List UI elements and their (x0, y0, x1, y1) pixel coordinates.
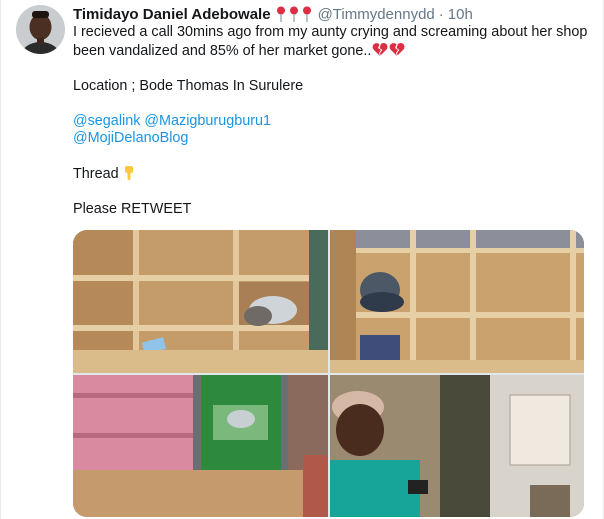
thread-line: Thread (73, 165, 593, 184)
separator-dot: · (438, 5, 444, 23)
pointing-down-hand-icon (124, 166, 133, 180)
name-emojis (276, 6, 312, 22)
woman-in-shop-photo[interactable] (330, 375, 584, 517)
mention-line: @segalink @Mazigburugburu1 (73, 113, 593, 131)
pushpin-icon (302, 6, 311, 22)
mention-segalink[interactable]: @segalink (73, 113, 140, 129)
user-handle[interactable]: @Timmydennydd (318, 6, 435, 23)
timestamp[interactable]: 10h (448, 6, 473, 23)
tweet-card[interactable]: Timidayo Daniel Adebowale @Timmydennydd … (0, 0, 604, 519)
broken-pink-shelf-photo[interactable] (73, 375, 328, 517)
text-line: been vandalized and 85% of her market go… (73, 42, 372, 59)
location-text: Location ; Bode Thomas In Surulere (73, 77, 304, 94)
mention-line: @MojiDelanoBlog (73, 130, 593, 148)
avatar[interactable] (16, 5, 65, 54)
media-grid (73, 230, 584, 517)
text-line-with-emoji: been vandalized and 85% of her market go… (73, 42, 593, 61)
tweet-header: Timidayo Daniel Adebowale @Timmydennydd … (73, 4, 473, 24)
text-line: I recieved a call 30mins ago from my aun… (73, 24, 588, 40)
shelves-with-bags-photo[interactable] (330, 230, 584, 373)
retweet-request: Please RETWEET (73, 201, 192, 217)
display-name[interactable]: Timidayo Daniel Adebowale (73, 6, 271, 23)
pushpin-icon (289, 6, 298, 22)
broken-heart-icon (390, 42, 405, 56)
mention-mazigburugburu1[interactable]: @Mazigburugburu1 (144, 113, 271, 129)
thread-text: Thread (73, 166, 119, 182)
tweet-text: I recieved a call 30mins ago from my aun… (73, 24, 593, 219)
pushpin-icon (276, 6, 285, 22)
broken-heart-icon (373, 42, 388, 56)
mention-mojidelanoblog[interactable]: @MojiDelanoBlog (73, 130, 188, 146)
empty-shop-shelves-photo[interactable] (73, 230, 328, 373)
